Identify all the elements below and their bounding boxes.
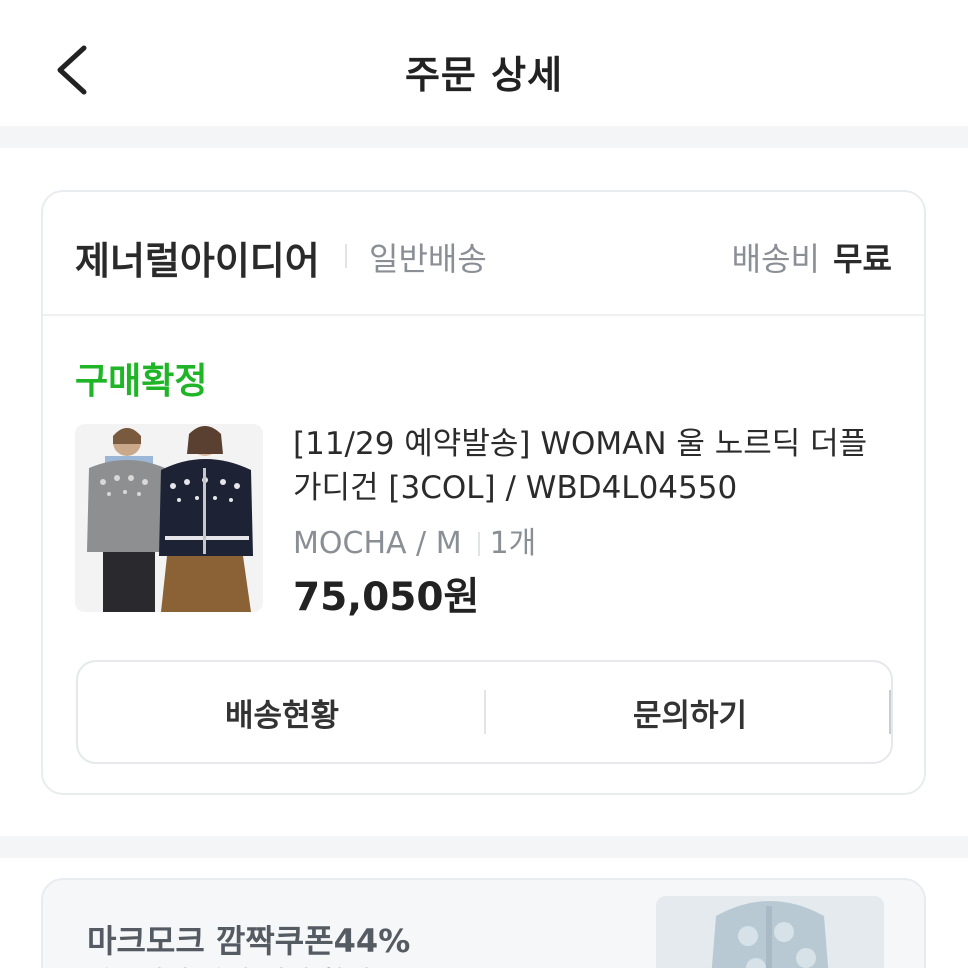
header: 주문 상세 xyxy=(0,0,968,126)
promo-product-image xyxy=(656,896,884,968)
shipping-fee-value: 무료 xyxy=(833,240,892,278)
section-divider xyxy=(0,126,968,148)
divider xyxy=(477,532,480,556)
product-thumbnail[interactable] xyxy=(75,424,263,612)
section-divider xyxy=(0,836,968,858)
order-card: 제너럴아이디어 일반배송 배송비 무료 구매확정 [11/29 예약발송] WO… xyxy=(41,190,926,795)
seller-name[interactable]: 제너럴아이디어 xyxy=(75,230,320,285)
inquiry-button[interactable]: 문의하기 xyxy=(486,662,894,762)
product-price: 75,050원 xyxy=(293,575,480,620)
tracking-button[interactable]: 배송현황 xyxy=(78,662,486,762)
promo-title: 마크모크 깜짝쿠폰44% xyxy=(87,922,411,960)
page-title: 주문 상세 xyxy=(404,53,564,97)
product-image xyxy=(75,424,263,612)
order-status: 구매확정 xyxy=(75,361,208,402)
scroll-indicator xyxy=(889,690,891,734)
shipping-fee-label: 배송비 xyxy=(731,240,820,278)
shipping-type: 일반배송 xyxy=(369,240,487,278)
seller-row: 제너럴아이디어 일반배송 배송비 무료 xyxy=(43,192,924,316)
product-option-row: MOCHA / M 1개 xyxy=(293,518,536,562)
order-actions: 배송현황 문의하기 xyxy=(76,660,893,764)
product-option: MOCHA / M xyxy=(293,526,462,561)
product-name[interactable]: [11/29 예약발송] WOMAN 울 노르딕 더플 가디건 [3COL] /… xyxy=(293,422,893,510)
divider xyxy=(345,244,347,268)
promo-image xyxy=(656,896,884,968)
promo-subtitle: 마음껏의 아기 패션 할인 xyxy=(87,960,371,968)
promo-banner[interactable]: 마크모크 깜짝쿠폰44% 마음껏의 아기 패션 할인 xyxy=(41,878,926,968)
product-quantity: 1개 xyxy=(489,526,537,561)
